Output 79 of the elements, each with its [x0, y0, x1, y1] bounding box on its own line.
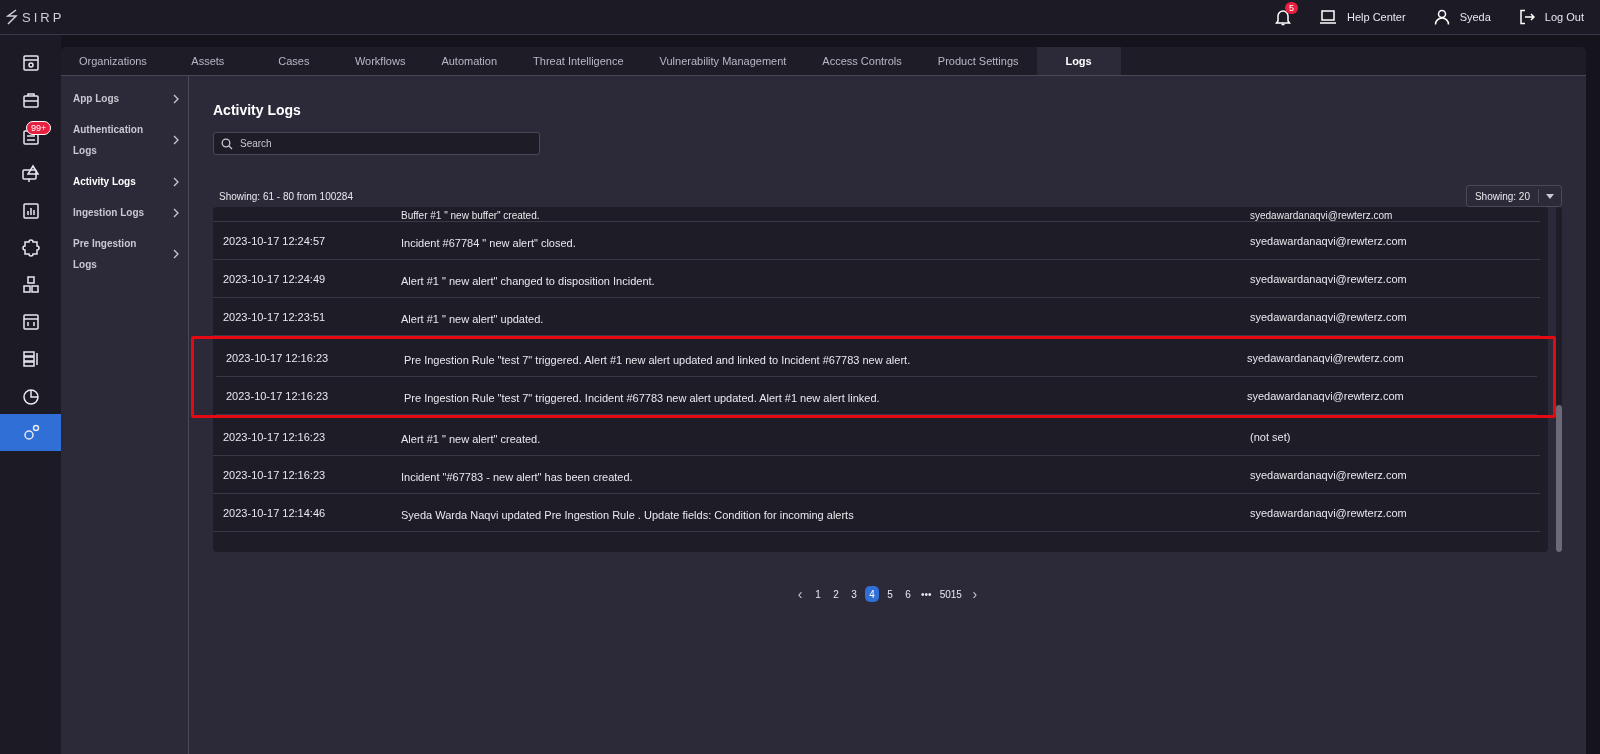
scrollbar[interactable]: [1556, 207, 1562, 552]
caret-down-icon: [1546, 193, 1554, 199]
tab[interactable]: Product Settings: [919, 47, 1037, 75]
chevron-right-icon: [172, 176, 180, 187]
previous-page-button[interactable]: ‹: [793, 586, 808, 602]
timestamp-cell-text: 2023-10-17 12:23:51: [222, 310, 327, 323]
message-cell-text: Incident "#67783 - new alert" has been created.: [401, 469, 634, 483]
logo-text: SIRP: [22, 9, 65, 25]
logo-icon: [6, 9, 18, 25]
timestamp-cell-text: 2023-10-17 12:14:46: [222, 506, 327, 519]
user-email-cell-text: syedawardanaqvi@rewterz.com: [1246, 389, 1405, 402]
message-cell-text: Buffer #1 " new buffer" created.: [401, 209, 541, 221]
page-button[interactable]: 3: [847, 586, 862, 602]
user-email-cell-text: syedawardanaqvi@rewterz.com: [1249, 210, 1394, 221]
user-email-cell-text: syedawardanaqvi@rewterz.com: [1249, 310, 1408, 323]
message-cell-text: Alert #1 " new alert" updated.: [401, 311, 545, 325]
timestamp-cell-text: 2023-10-17 12:16:23: [225, 389, 330, 402]
tab[interactable]: Assets: [164, 47, 251, 75]
user-email-cell-text: syedawardanaqvi@rewterz.com: [1249, 234, 1408, 247]
logout-button[interactable]: Log Out: [1518, 9, 1584, 25]
cubes-icon: [20, 274, 41, 295]
message-cell-text: Pre Ingestion Rule "test 7" triggered. Alert #1 new alert updated and linked to Incident #67783 new alert.: [404, 352, 912, 366]
user-email-cell-text: syedawardanaqvi@rewterz.com: [1249, 468, 1408, 481]
bar-chart-icon: [20, 200, 41, 221]
timestamp-cell-text: 2023-10-17 12:24:49: [222, 272, 327, 285]
page-button[interactable]: 1: [811, 586, 826, 602]
page-button[interactable]: 6: [901, 586, 916, 602]
laptop-icon: [1318, 9, 1337, 25]
page-button[interactable]: 5015: [937, 586, 964, 602]
tab[interactable]: Vulnerability Management: [641, 47, 805, 75]
message-cell-text: Alert #1 " new alert" changed to disposition Incident.: [401, 273, 656, 287]
tab[interactable]: Access Controls: [804, 47, 920, 75]
page-button[interactable]: 5: [883, 586, 898, 602]
results-summary: Showing: 61 - 80 from 100284: [218, 190, 353, 202]
chevron-right-icon: [172, 93, 180, 104]
page-button[interactable]: •••: [919, 586, 934, 602]
sidebar-nav-item[interactable]: 99+: [0, 118, 61, 155]
bell-icon[interactable]: [1274, 8, 1291, 26]
notification-badge: 5: [1284, 2, 1298, 14]
message-cell-text: Alert #1 " new alert" created.: [401, 431, 542, 445]
user-menu-button[interactable]: Syeda: [1433, 9, 1491, 25]
submenu-item[interactable]: Pre Ingestion Logs: [73, 233, 188, 275]
user-email-cell-text: syedawardanaqvi@rewterz.com: [1249, 272, 1408, 285]
page-button[interactable]: 2: [829, 586, 844, 602]
user-email-cell-text: (not set): [1249, 430, 1292, 443]
chevron-right-icon: [172, 135, 180, 145]
submenu-item[interactable]: App Logs: [73, 88, 188, 109]
timestamp-cell-text: 2023-10-17 12:16:23: [222, 468, 327, 481]
chevron-right-icon: [172, 207, 180, 218]
next-page-button[interactable]: ›: [967, 586, 982, 602]
help-center-button[interactable]: Help Center: [1318, 9, 1406, 25]
tab[interactable]: Organizations: [61, 47, 165, 75]
submenu-item[interactable]: Activity Logs: [73, 171, 188, 192]
logout-icon: [1518, 9, 1535, 25]
page-button[interactable]: 4: [865, 586, 880, 602]
timestamp-cell-text: 2023-10-17 12:16:23: [222, 430, 327, 443]
submenu-item[interactable]: Ingestion Logs: [73, 202, 188, 223]
message-cell-text: Pre Ingestion Rule "test 7" triggered. Incident #67783 new alert updated. Alert #1 new alert linked.: [404, 390, 881, 404]
window-icon: [20, 52, 41, 73]
submenu-item[interactable]: Authentication Logs: [73, 119, 188, 161]
chevron-right-icon: [172, 249, 180, 259]
monitor-alert-icon: [20, 163, 41, 184]
timestamp-cell-text: 2023-10-17 12:24:57: [222, 234, 327, 247]
message-cell-text: Incident #67784 " new alert" closed.: [401, 235, 577, 249]
user-email-cell-text: syedawardanaqvi@rewterz.com: [1249, 506, 1408, 519]
tab[interactable]: Automation: [423, 47, 516, 75]
timestamp-cell-text: 2023-10-17 12:16:23: [225, 351, 330, 364]
tab[interactable]: Logs: [1036, 47, 1121, 75]
tab[interactable]: Threat Intelligence: [515, 47, 642, 75]
user-icon: [1433, 9, 1450, 25]
user-email-cell-text: syedawardanaqvi@rewterz.com: [1246, 351, 1405, 364]
count-badge: 99+: [26, 121, 52, 135]
message-cell-text: Syeda Warda Naqvi updated Pre Ingestion Rule . Update fields: Condition for incoming alerts: [401, 507, 855, 521]
tab[interactable]: Workflows: [336, 47, 424, 75]
page-title: Activity Logs: [213, 102, 302, 118]
tab[interactable]: Cases: [250, 47, 337, 75]
search-field[interactable]: Search: [213, 132, 540, 155]
board-icon: [20, 311, 41, 332]
server-icon: [20, 348, 41, 369]
